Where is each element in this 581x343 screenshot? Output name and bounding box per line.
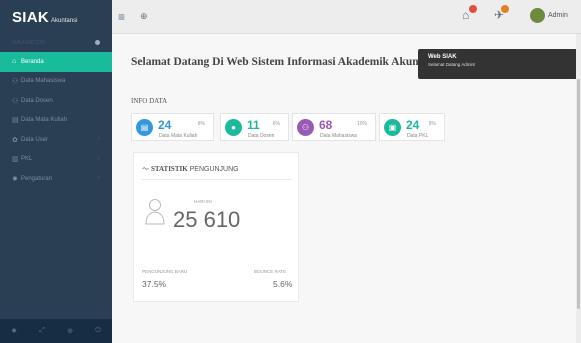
today-visitors: 25 610 bbox=[173, 207, 241, 232]
info-card-label: Data Mata Kuliah bbox=[159, 133, 198, 139]
notification-badge bbox=[469, 5, 477, 13]
user-icon: ● bbox=[225, 119, 242, 136]
sidebar: SIAK Akuntansi NAVIGATION ⌂ Beranda ⚇ Dat… bbox=[0, 0, 112, 343]
nav-header: NAVIGATION bbox=[0, 34, 112, 52]
sidebar-item-pkl[interactable]: ▥ PKL › bbox=[0, 150, 112, 170]
chevron-right-icon: › bbox=[98, 175, 100, 181]
divider bbox=[142, 179, 292, 180]
building-icon: ▥ bbox=[12, 156, 19, 164]
nav-extra-icon[interactable]: ⊕ bbox=[140, 11, 148, 22]
info-data-heading: INFO DATA bbox=[131, 97, 168, 105]
today-label: HARI INI bbox=[194, 199, 212, 204]
sidebar-item-data-dosen[interactable]: ⚇ Data Dosen bbox=[0, 91, 112, 111]
sidebar-item-label: Data Dosen bbox=[21, 97, 53, 104]
book-icon: ▤ bbox=[136, 119, 153, 136]
gear-icon: ✿ bbox=[12, 136, 18, 144]
notification-text: Selamat Datang Admin! bbox=[428, 62, 476, 67]
brand-sub: Akuntansi bbox=[51, 18, 78, 24]
message-badge bbox=[501, 5, 509, 13]
info-card-mata-kuliah[interactable]: ▤ 24 8% Data Mata Kuliah bbox=[131, 113, 214, 141]
notification-title: Web SIAK bbox=[428, 54, 457, 60]
info-card-dosen[interactable]: ● 11 6% Data Dosen bbox=[220, 113, 289, 141]
building-icon: ▣ bbox=[384, 119, 401, 136]
nav-dot-icon bbox=[95, 40, 100, 45]
lock-icon[interactable]: ⊕ bbox=[67, 327, 73, 335]
user-icon: ⚇ bbox=[12, 97, 19, 105]
sidebar-item-label: Beranda bbox=[21, 58, 44, 65]
stats-title-bold: STATISTIK bbox=[150, 165, 188, 173]
bounce-rate-label: BOUNCE RATE bbox=[254, 269, 287, 274]
trend-icon: 〜 bbox=[142, 166, 149, 173]
brand-name: SIAK bbox=[12, 9, 50, 26]
page-title: Selamat Datang Di Web Sistem Informasi A… bbox=[131, 56, 443, 68]
visitor-stats-panel: 〜 STATISTIK PENGUNJUNG HARI INI 25 610 P… bbox=[133, 152, 299, 302]
sidebar-item-label: Data Mata Kuliah bbox=[21, 117, 68, 124]
settings-icon[interactable]: ✹ bbox=[11, 327, 17, 335]
sidebar-item-label: Data User bbox=[21, 136, 49, 143]
settings-icon: ✹ bbox=[12, 175, 18, 183]
info-card-mahasiswa[interactable]: ⚇ 68 10% Data Mahasiswa bbox=[292, 113, 376, 141]
info-card-value: 68 bbox=[319, 118, 333, 132]
welcome-notification[interactable]: Web SIAK Selamat Datang Admin! bbox=[418, 49, 577, 79]
info-card-label: Data PKL bbox=[407, 133, 429, 139]
info-card-percent: 10% bbox=[356, 121, 367, 127]
info-card-value: 11 bbox=[247, 118, 260, 132]
top-navbar: ≡ ⊕ ⌂ ✈ Admin bbox=[112, 0, 581, 34]
info-card-value: 24 bbox=[406, 118, 420, 132]
sidebar-item-label: Data Mahasiswa bbox=[21, 78, 66, 85]
info-card-percent: 8% bbox=[428, 121, 436, 127]
new-visitors-label: PENGUNJUNG BARU bbox=[142, 269, 188, 274]
nav-header-label: NAVIGATION bbox=[12, 40, 46, 46]
info-card-label: Data Mahasiswa bbox=[320, 133, 357, 139]
user-icon: ⚇ bbox=[12, 78, 19, 86]
info-card-percent: 6% bbox=[272, 121, 280, 127]
info-card-pkl[interactable]: ▣ 24 8% Data PKL bbox=[379, 113, 445, 141]
bounce-rate-value: 5.6% bbox=[273, 279, 293, 289]
power-icon[interactable]: ⏻ bbox=[95, 327, 101, 335]
sidebar-item-data-user[interactable]: ✿ Data User › bbox=[0, 130, 112, 150]
user-outline-icon bbox=[145, 199, 165, 225]
user-icon: ⚇ bbox=[297, 119, 314, 136]
avatar[interactable] bbox=[530, 8, 545, 23]
stats-title-rest: PENGUNJUNG bbox=[187, 166, 239, 173]
stats-title: 〜 STATISTIK PENGUNJUNG bbox=[142, 164, 239, 174]
menu-toggle-icon[interactable]: ≡ bbox=[118, 10, 125, 24]
info-card-value: 24 bbox=[158, 118, 172, 132]
fullscreen-icon[interactable]: ⤢ bbox=[39, 327, 45, 335]
sidebar-item-beranda[interactable]: ⌂ Beranda bbox=[0, 52, 112, 72]
sidebar-item-label: Pengaturan bbox=[21, 175, 53, 182]
info-card-percent: 8% bbox=[197, 121, 205, 127]
chevron-right-icon: › bbox=[98, 136, 100, 142]
page-scrollbar[interactable] bbox=[576, 34, 581, 343]
main-content: Selamat Datang Di Web Sistem Informasi A… bbox=[112, 34, 577, 343]
brand-logo[interactable]: SIAK Akuntansi bbox=[0, 0, 112, 34]
sidebar-footer: ✹ ⤢ ⊕ ⏻ bbox=[0, 319, 112, 343]
book-icon: ▤ bbox=[12, 117, 19, 125]
sidebar-item-data-mahasiswa[interactable]: ⚇ Data Mahasiswa bbox=[0, 72, 112, 92]
user-name[interactable]: Admin bbox=[548, 12, 568, 19]
chevron-right-icon: › bbox=[98, 155, 100, 162]
home-icon: ⌂ bbox=[12, 58, 17, 66]
scrollbar-thumb[interactable] bbox=[577, 79, 580, 309]
sidebar-item-pengaturan[interactable]: ✹ Pengaturan › bbox=[0, 169, 112, 189]
sidebar-item-data-mata-kuliah[interactable]: ▤ Data Mata Kuliah bbox=[0, 111, 112, 131]
new-visitors-value: 37.5% bbox=[142, 279, 167, 289]
info-card-label: Data Dosen bbox=[248, 133, 275, 139]
sidebar-item-label: PKL bbox=[21, 156, 33, 163]
